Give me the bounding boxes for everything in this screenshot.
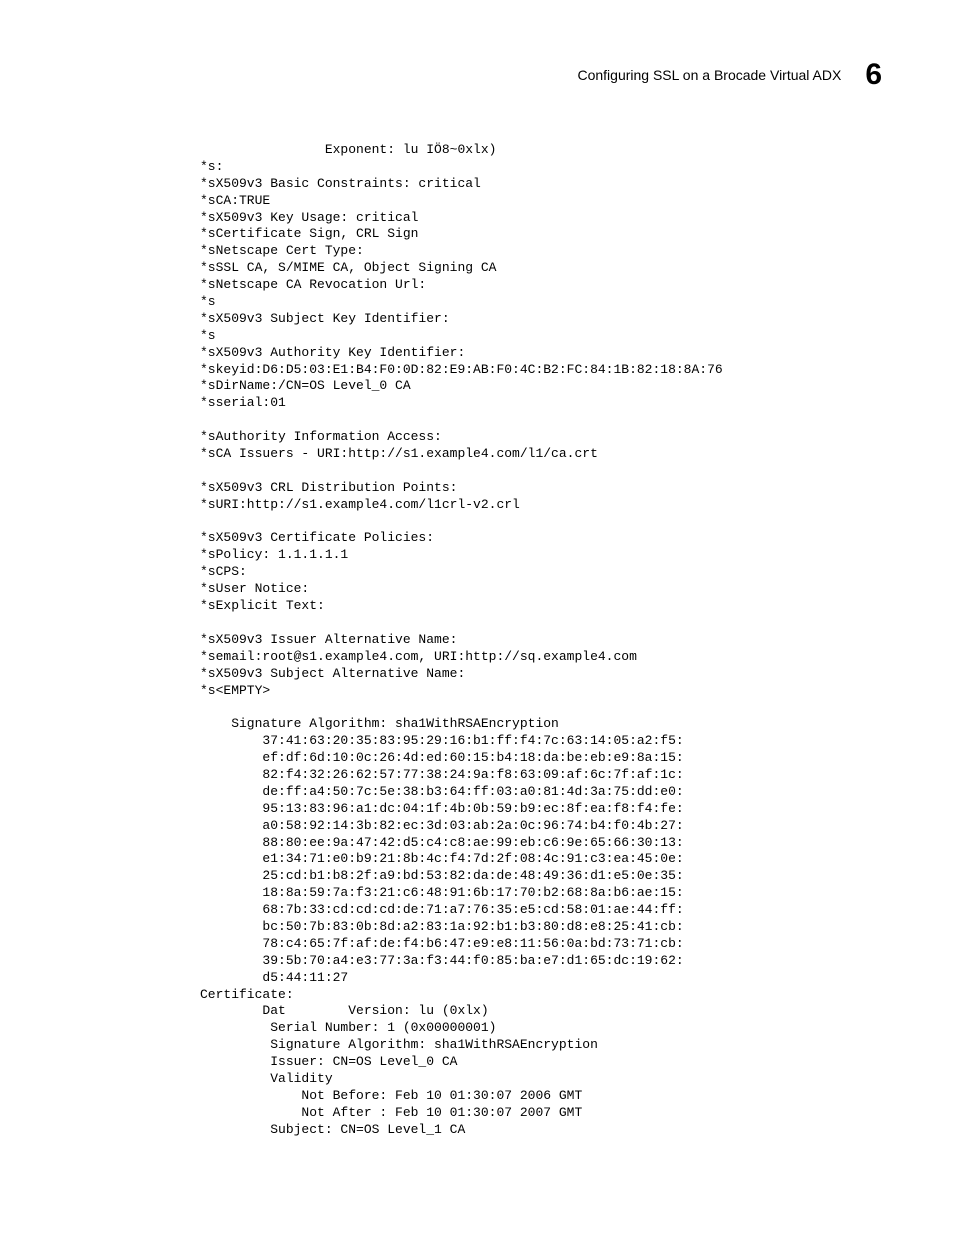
chapter-number: 6 xyxy=(865,58,882,92)
header-title: Configuring SSL on a Brocade Virtual ADX xyxy=(577,67,841,83)
page-header: Configuring SSL on a Brocade Virtual ADX… xyxy=(72,58,882,92)
certificate-output: Exponent: lu IÖ8~0xlx) *s: *sX509v3 Basi… xyxy=(200,142,882,1139)
document-page: Configuring SSL on a Brocade Virtual ADX… xyxy=(0,0,954,1179)
